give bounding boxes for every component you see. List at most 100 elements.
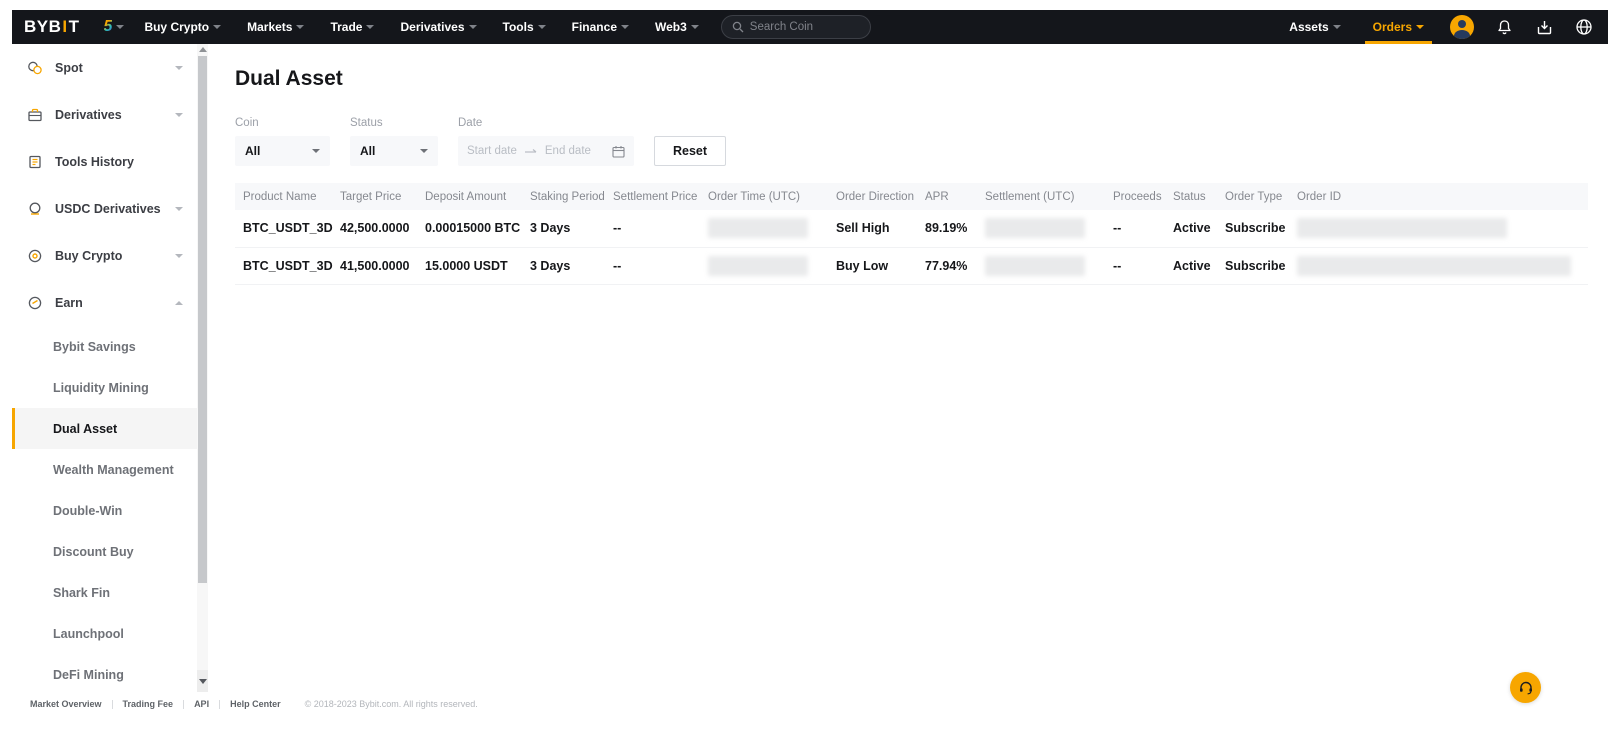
cell-order-id bbox=[1289, 247, 1588, 284]
cell-order-time bbox=[700, 210, 828, 247]
cell-product-name: BTC_USDT_3D bbox=[235, 210, 332, 247]
status-filter-select[interactable]: All bbox=[350, 136, 438, 166]
sidebar-subitem-dual-asset[interactable]: Dual Asset bbox=[12, 408, 197, 449]
sidebar-subitem-discount-buy[interactable]: Discount Buy bbox=[12, 531, 197, 572]
scroll-down-button[interactable] bbox=[197, 670, 208, 692]
sidebar-scrollbar[interactable] bbox=[197, 44, 208, 692]
date-filter-label: Date bbox=[458, 117, 634, 129]
main-menu: Buy Crypto Markets Trade Derivatives Too… bbox=[144, 20, 698, 34]
spot-icon bbox=[27, 60, 43, 76]
col-proceeds: Proceeds bbox=[1105, 183, 1165, 210]
end-date-placeholder: End date bbox=[545, 145, 591, 157]
footer-link-trading-fee[interactable]: Trading Fee bbox=[123, 699, 174, 709]
cell-status: Active bbox=[1165, 210, 1217, 247]
anniversary-5-menu[interactable]: 5 bbox=[104, 18, 125, 36]
redacted-value bbox=[1297, 256, 1571, 276]
col-settlement-utc: Settlement (UTC) bbox=[977, 183, 1105, 210]
cell-target-price: 42,500.0000 bbox=[332, 210, 417, 247]
bybit-logo[interactable]: BYBIT bbox=[24, 17, 80, 37]
col-order-type: Order Type bbox=[1217, 183, 1289, 210]
sidebar-subitem-defi-mining[interactable]: DeFi Mining bbox=[12, 654, 197, 695]
chevron-down-icon bbox=[1333, 25, 1341, 29]
chevron-down-icon bbox=[175, 207, 183, 211]
arrow-right-icon bbox=[524, 147, 538, 155]
search-icon bbox=[732, 21, 744, 33]
anniversary-5-icon: 5 bbox=[104, 18, 113, 36]
sidebar: Spot Derivatives Tools History USDC Deri… bbox=[12, 44, 197, 692]
footer-link-api[interactable]: API bbox=[194, 699, 209, 709]
cell-order-id bbox=[1289, 210, 1588, 247]
scroll-down-arrow-icon bbox=[199, 679, 207, 684]
nav-item-derivatives[interactable]: Derivatives bbox=[400, 20, 476, 34]
sidebar-item-derivatives[interactable]: Derivatives bbox=[12, 91, 197, 138]
cell-settlement-price: -- bbox=[605, 210, 700, 247]
nav-item-assets[interactable]: Assets bbox=[1273, 10, 1356, 44]
cell-order-type: Subscribe bbox=[1217, 210, 1289, 247]
tools-history-icon bbox=[27, 154, 43, 170]
nav-item-tools[interactable]: Tools bbox=[503, 20, 546, 34]
sidebar-subitem-double-win[interactable]: Double-Win bbox=[12, 490, 197, 531]
status-filter-group: Status All bbox=[350, 117, 438, 166]
sidebar-item-buy-crypto[interactable]: Buy Crypto bbox=[12, 232, 197, 279]
chevron-down-icon bbox=[213, 25, 221, 29]
footer: Market Overview Trading Fee API Help Cen… bbox=[30, 699, 478, 709]
cell-deposit-amount: 0.00015000 BTC bbox=[417, 210, 522, 247]
cell-deposit-amount: 15.0000 USDT bbox=[417, 247, 522, 284]
logo-text-2: T bbox=[69, 17, 80, 37]
sidebar-subitem-shark-fin[interactable]: Shark Fin bbox=[12, 572, 197, 613]
cell-staking-period: 3 Days bbox=[522, 210, 605, 247]
scroll-up-arrow-icon[interactable] bbox=[199, 47, 207, 52]
footer-link-help-center[interactable]: Help Center bbox=[230, 699, 281, 709]
nav-item-finance[interactable]: Finance bbox=[572, 20, 629, 34]
cell-product-name: BTC_USDT_3D bbox=[235, 247, 332, 284]
nav-item-web3[interactable]: Web3 bbox=[655, 20, 699, 34]
chevron-down-icon bbox=[420, 149, 428, 153]
sidebar-subitem-bybit-savings[interactable]: Bybit Savings bbox=[12, 326, 197, 367]
start-date-placeholder: Start date bbox=[467, 145, 517, 157]
scrollbar-thumb[interactable] bbox=[198, 56, 207, 583]
cell-order-direction: Buy Low bbox=[828, 247, 917, 284]
sidebar-item-usdc-derivatives[interactable]: USDC Derivatives bbox=[12, 185, 197, 232]
search-input[interactable]: Search Coin bbox=[721, 15, 871, 39]
nav-item-trade[interactable]: Trade bbox=[330, 20, 374, 34]
language-globe-icon[interactable] bbox=[1574, 17, 1594, 37]
nav-item-markets[interactable]: Markets bbox=[247, 20, 304, 34]
sidebar-item-earn[interactable]: Earn bbox=[12, 279, 197, 326]
chevron-down-icon bbox=[366, 25, 374, 29]
col-order-id: Order ID bbox=[1289, 183, 1588, 210]
headset-icon bbox=[1518, 680, 1534, 696]
copyright-text: © 2018-2023 Bybit.com. All rights reserv… bbox=[305, 699, 478, 709]
download-app-icon[interactable] bbox=[1534, 17, 1554, 37]
cell-apr: 89.19% bbox=[917, 210, 977, 247]
top-navigation-bar: BYBIT 5 Buy Crypto Markets Trade Derivat… bbox=[12, 10, 1608, 44]
reset-button[interactable]: Reset bbox=[654, 136, 726, 166]
redacted-value bbox=[708, 218, 808, 238]
status-filter-label: Status bbox=[350, 117, 438, 129]
cell-settlement-utc bbox=[977, 247, 1105, 284]
footer-link-market-overview[interactable]: Market Overview bbox=[30, 699, 102, 709]
cell-target-price: 41,500.0000 bbox=[332, 247, 417, 284]
nav-item-orders[interactable]: Orders bbox=[1357, 10, 1440, 44]
calendar-icon bbox=[612, 145, 625, 158]
chevron-down-icon bbox=[116, 25, 124, 29]
notifications-bell-icon[interactable] bbox=[1494, 17, 1514, 37]
redacted-value bbox=[985, 256, 1085, 276]
chevron-down-icon bbox=[175, 113, 183, 117]
sidebar-subitem-liquidity-mining[interactable]: Liquidity Mining bbox=[12, 367, 197, 408]
sidebar-subitem-launchpool[interactable]: Launchpool bbox=[12, 613, 197, 654]
sidebar-item-tools-history[interactable]: Tools History bbox=[12, 138, 197, 185]
cell-settlement-utc bbox=[977, 210, 1105, 247]
nav-right-section: Assets Orders bbox=[1273, 10, 1594, 44]
customer-support-chat-button[interactable] bbox=[1510, 672, 1541, 703]
coin-filter-select[interactable]: All bbox=[235, 136, 330, 166]
sidebar-item-spot[interactable]: Spot bbox=[12, 44, 197, 91]
date-range-picker[interactable]: Start date End date bbox=[458, 136, 634, 166]
user-avatar[interactable] bbox=[1450, 15, 1474, 39]
date-filter-group: Date Start date End date bbox=[458, 117, 634, 166]
sidebar-subitem-wealth-management[interactable]: Wealth Management bbox=[12, 449, 197, 490]
nav-item-buy-crypto[interactable]: Buy Crypto bbox=[144, 20, 221, 34]
cell-order-direction: Sell High bbox=[828, 210, 917, 247]
filter-bar: Coin All Status All Date Start date En bbox=[235, 117, 1588, 166]
col-product-name: Product Name bbox=[235, 183, 332, 210]
col-apr: APR bbox=[917, 183, 977, 210]
